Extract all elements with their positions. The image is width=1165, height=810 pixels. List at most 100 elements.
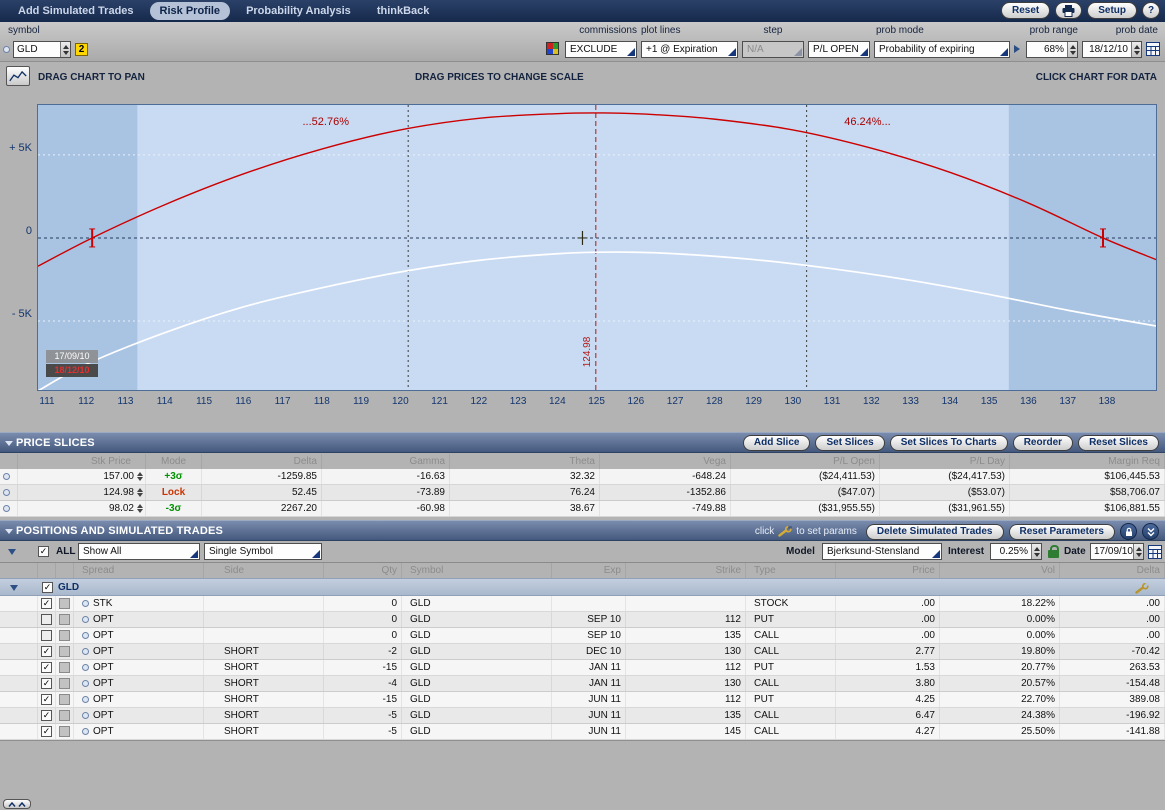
spinner-arrows-icon[interactable] (1067, 42, 1077, 57)
collapse-triangle-icon[interactable] (5, 441, 13, 446)
wrench-icon[interactable] (1135, 583, 1149, 594)
tab-risk-profile[interactable]: Risk Profile (150, 2, 231, 20)
slice-price-spinner[interactable]: 124.98 (18, 485, 146, 500)
position-checkbox[interactable]: ✓ (41, 710, 52, 721)
slice-theta: 76.24 (450, 485, 600, 500)
interest-spinner[interactable]: 0.25% (990, 543, 1042, 560)
slices-col-mode: Mode (146, 454, 202, 469)
all-checkbox[interactable]: ✓ (38, 546, 49, 557)
setup-button[interactable]: Setup (1087, 2, 1137, 19)
position-checkbox[interactable]: ✓ (41, 694, 52, 705)
add-slice-button[interactable]: Add Slice (743, 435, 811, 451)
reset-button[interactable]: Reset (1001, 2, 1050, 19)
position-qty: -2 (324, 644, 402, 659)
expand-right-icon[interactable] (1014, 45, 1020, 53)
position-delta: -141.88 (1060, 724, 1165, 739)
set-slices-button[interactable]: Set Slices (815, 435, 884, 451)
position-row[interactable]: ✓OPTSHORT-15GLDJAN 11112PUT1.5320.77%263… (0, 660, 1165, 676)
risk-profile-plot-svg[interactable]: 124.98...52.76%46.24%... (38, 105, 1156, 390)
position-row[interactable]: ✓OPTSHORT-15GLDJUN 11112PUT4.2522.70%389… (0, 692, 1165, 708)
help-button[interactable]: ? (1142, 2, 1160, 19)
spinner-arrows-icon[interactable] (1031, 544, 1041, 559)
slice-pl-open: ($47.07) (731, 485, 880, 500)
collapse-section-button[interactable] (1142, 523, 1159, 540)
group-checkbox[interactable]: ✓ (42, 582, 53, 593)
positions-title: POSITIONS AND SIMULATED TRADES (16, 525, 223, 537)
collapse-triangle-icon[interactable] (8, 549, 16, 555)
position-symbol: GLD (402, 628, 552, 643)
lock-positions-button[interactable] (1120, 523, 1137, 540)
position-side: SHORT (204, 644, 324, 659)
position-row[interactable]: ✓OPTSHORT-2GLDDEC 10130CALL2.7719.80%-70… (0, 644, 1165, 660)
linked-count-badge[interactable]: 2 (75, 43, 88, 56)
position-kind: OPT (74, 660, 204, 675)
x-tick-label: 117 (270, 396, 296, 407)
prob-range-spinner[interactable]: 68% (1026, 41, 1078, 58)
position-row[interactable]: ✓STK0GLDSTOCK.0018.22%.00 (0, 596, 1165, 612)
symbol-scope-select[interactable]: Single Symbol (204, 543, 322, 560)
color-grid-icon[interactable] (546, 42, 559, 55)
collapse-triangle-icon[interactable] (5, 529, 13, 534)
reset-parameters-button[interactable]: Reset Parameters (1009, 524, 1116, 540)
slice-price-spinner[interactable]: 157.00 (18, 469, 146, 484)
spinner-arrows-icon[interactable] (137, 488, 143, 497)
set-slices-to-charts-button[interactable]: Set Slices To Charts (890, 435, 1008, 451)
show-all-select[interactable]: Show All (78, 543, 200, 560)
spinner-arrows-icon[interactable] (1131, 42, 1141, 57)
plot-lines-select[interactable]: +1 @ Expiration (641, 41, 738, 58)
position-checkbox[interactable]: ✓ (41, 662, 52, 673)
commissions-select[interactable]: EXCLUDE (565, 41, 637, 58)
step-select[interactable]: N/A (742, 41, 804, 58)
x-tick-label: 135 (976, 396, 1002, 407)
reset-slices-button[interactable]: Reset Slices (1078, 435, 1159, 451)
prob-date-spinner[interactable]: 18/12/10 (1082, 41, 1142, 58)
tab-thinkback[interactable]: thinkBack (367, 2, 440, 20)
collapse-triangle-icon[interactable] (10, 585, 18, 591)
price-slice-row[interactable]: 124.98Lock52.45-73.8976.24-1352.86($47.0… (0, 485, 1165, 501)
position-checkbox[interactable]: ✓ (41, 646, 52, 657)
calendar-icon[interactable] (1148, 545, 1162, 559)
position-checkbox[interactable] (41, 614, 52, 625)
position-row[interactable]: OPT0GLDSEP 10112PUT.000.00%.00 (0, 612, 1165, 628)
prob-mode-select[interactable]: Probability of expiring (874, 41, 1010, 58)
calendar-icon[interactable] (1146, 42, 1160, 56)
row-bullet-icon (82, 648, 89, 655)
position-row[interactable]: ✓OPTSHORT-5GLDJUN 11135CALL6.4724.38%-19… (0, 708, 1165, 724)
date-spinner[interactable]: 17/09/10 (1090, 543, 1144, 560)
slices-col-gamma: Gamma (322, 454, 450, 469)
price-slice-row[interactable]: 157.00+3σ-1259.85-16.6332.32-648.24($24,… (0, 469, 1165, 485)
spinner-arrows-icon[interactable] (1133, 544, 1143, 559)
interest-lock-icon[interactable] (1048, 550, 1059, 558)
position-checkbox[interactable]: ✓ (41, 678, 52, 689)
position-group-row[interactable]: ✓ GLD (0, 578, 1165, 596)
price-slice-row[interactable]: 98.02-3σ2267.20-60.9838.67-749.88($31,95… (0, 501, 1165, 517)
slice-delta: 2267.20 (202, 501, 322, 516)
tab-probability-analysis[interactable]: Probability Analysis (236, 2, 361, 20)
spinner-arrows-icon[interactable] (137, 504, 143, 513)
spinner-arrows-icon[interactable] (137, 472, 143, 481)
position-row[interactable]: OPT0GLDSEP 10135CALL.000.00%.00 (0, 628, 1165, 644)
pl-mode-select[interactable]: P/L OPEN (808, 41, 870, 58)
expand-panel-button[interactable] (3, 799, 31, 809)
position-checkbox[interactable] (41, 630, 52, 641)
model-select[interactable]: Bjerksund-Stensland (822, 543, 942, 560)
slice-margin: $58,706.07 (1010, 485, 1165, 500)
spinner-arrows-icon[interactable] (60, 42, 70, 57)
position-row[interactable]: ✓OPTSHORT-5GLDJUN 11145CALL4.2725.50%-14… (0, 724, 1165, 740)
symbol-input[interactable]: GLD (13, 41, 71, 58)
position-row[interactable]: ✓OPTSHORT-4GLDJAN 11130CALL3.8020.57%-15… (0, 676, 1165, 692)
reorder-button[interactable]: Reorder (1013, 435, 1073, 451)
slice-price-spinner[interactable]: 98.02 (18, 501, 146, 516)
print-button[interactable] (1055, 2, 1082, 19)
chart-style-button[interactable] (6, 66, 30, 86)
double-chevron-up-icon (6, 801, 28, 808)
position-delta: 389.08 (1060, 692, 1165, 707)
delete-simulated-trades-button[interactable]: Delete Simulated Trades (866, 524, 1004, 540)
position-symbol: GLD (402, 692, 552, 707)
risk-profile-chart[interactable]: 124.98...52.76%46.24%... 17/09/10 18/12/… (37, 104, 1157, 391)
tab-add-simulated-trades[interactable]: Add Simulated Trades (8, 2, 144, 20)
position-checkbox[interactable]: ✓ (41, 598, 52, 609)
position-checkbox[interactable]: ✓ (41, 726, 52, 737)
interest-label: Interest (948, 546, 984, 557)
model-label: Model (786, 546, 815, 557)
